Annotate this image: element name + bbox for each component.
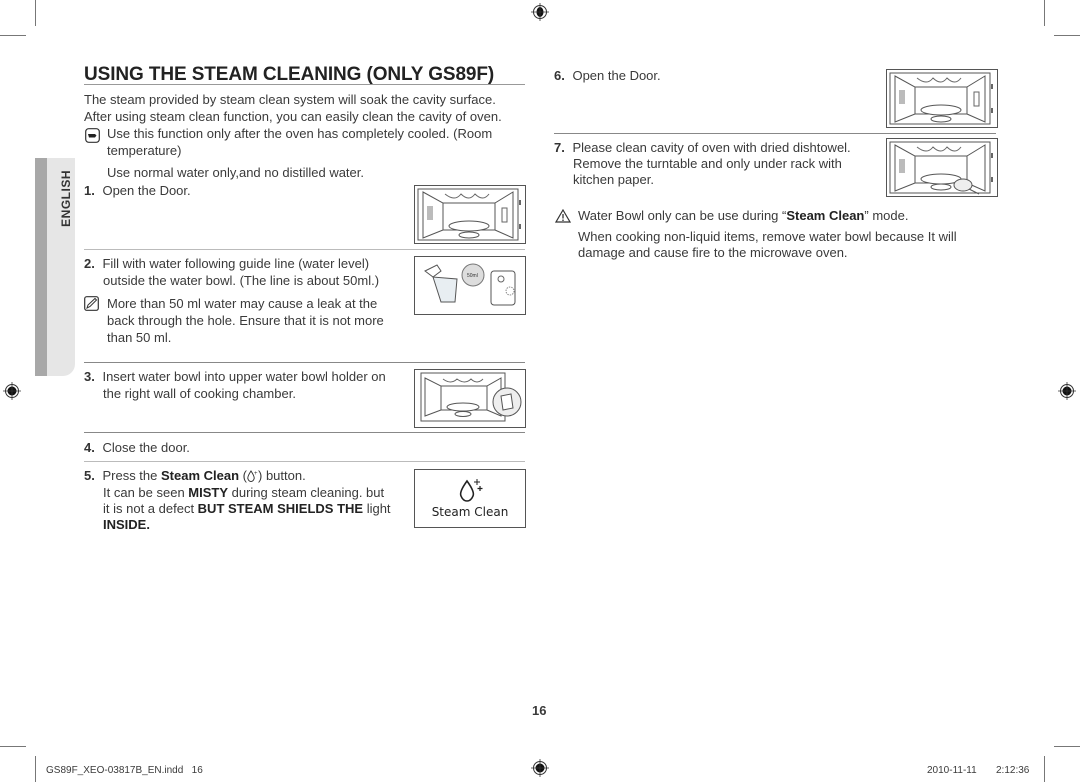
step-3-line-2: the right wall of cooking chamber. <box>103 386 296 401</box>
bold-text: INSIDE. <box>103 517 150 532</box>
step-number: 5. <box>84 468 95 483</box>
memo-line-1: More than 50 ml water may cause a leak a… <box>107 296 378 311</box>
step-1: 1. Open the Door. <box>84 182 191 199</box>
step-text: ( <box>239 468 247 483</box>
note-line-1: Use this function only after the oven ha… <box>107 126 493 141</box>
crop-mark <box>0 35 26 36</box>
footer-time: 2:12:36 <box>996 765 1030 776</box>
caution-line-1: Water Bowl only can be use during “Steam… <box>578 207 908 224</box>
steam-clean-mode-label: Steam Clean <box>786 208 865 223</box>
step-text: Fill with water following guide line (wa… <box>102 256 370 271</box>
caution-text: Water Bowl only can be use during “ <box>578 208 787 223</box>
crop-mark <box>1044 756 1045 782</box>
step-5-line-2: It can be seen MISTY during steam cleani… <box>103 484 384 501</box>
step-text: Insert water bowl into upper water bowl … <box>102 369 386 384</box>
crop-mark <box>35 0 36 26</box>
step-6: 6. Open the Door. <box>554 67 661 84</box>
crop-mark <box>0 746 26 747</box>
divider <box>84 432 525 433</box>
crop-mark <box>35 756 36 782</box>
step-5-line-1: 5. Press the Steam Clean (+) button. <box>84 467 306 484</box>
divider <box>554 133 996 134</box>
footer-date: 2010-11-11 <box>927 765 977 776</box>
title-underline <box>84 84 525 85</box>
divider <box>84 461 525 462</box>
steam-clean-button-label: Steam Clean <box>431 505 509 519</box>
step-number: 4. <box>84 440 95 455</box>
crop-mark <box>1044 0 1045 26</box>
note-line-3: Use normal water only,and no distilled w… <box>107 165 364 180</box>
intro-line-1: The steam provided by steam clean system… <box>84 92 496 107</box>
water-level-label: 50ml <box>467 273 478 279</box>
step-7: 7. Please clean cavity of oven with drie… <box>554 139 851 156</box>
memo-pencil-icon <box>84 296 99 311</box>
bold-text: BUT STEAM SHIELDS THE <box>197 501 364 516</box>
registration-mark-icon <box>3 382 21 400</box>
step-5-line-3: it is not a defect BUT STEAM SHIELDS THE… <box>103 500 391 517</box>
water-bowl-illustration: 50ml <box>414 256 526 315</box>
step-text: during steam cleaning. but <box>228 485 385 500</box>
step-number: 2. <box>84 256 95 271</box>
step-2-line-2: outside the water bowl. (The line is abo… <box>103 273 380 288</box>
steam-clean-button-illustration: Steam Clean <box>414 469 526 528</box>
steam-clean-label: Steam Clean <box>161 468 240 483</box>
divider <box>84 362 525 363</box>
step-number: 6. <box>554 68 565 83</box>
crop-mark <box>1054 35 1080 36</box>
step-7-line-2: Remove the turntable and only under rack… <box>573 156 842 171</box>
step-number: 1. <box>84 183 95 198</box>
memo-line-2: back through the hole. Ensure that it is… <box>107 313 384 328</box>
step-text: It can be seen <box>103 485 189 500</box>
memo-line-3: than 50 ml. <box>107 330 172 345</box>
oven-door-open-illustration <box>414 185 526 244</box>
intro-line-2: After using steam clean function, you ca… <box>84 109 502 124</box>
step-number: 7. <box>554 140 565 155</box>
caution-text: ” mode. <box>864 208 909 223</box>
footer-filename: GS89F_XEO-03817B_EN.indd 16 <box>46 765 203 776</box>
step-text: light <box>363 501 391 516</box>
pointing-hand-icon <box>85 128 100 143</box>
side-tab-label: ENGLISH <box>59 170 73 227</box>
cleaning-cavity-illustration <box>886 138 998 197</box>
steam-clean-icon: + <box>247 470 258 483</box>
misty-label: MISTY <box>188 485 229 500</box>
step-number: 3. <box>84 369 95 384</box>
step-text: Open the Door. <box>102 183 191 198</box>
oven-door-open-illustration <box>886 69 998 128</box>
caution-line-2: When cooking non-liquid items, remove wa… <box>578 229 957 244</box>
registration-mark-icon <box>1058 382 1076 400</box>
step-3: 3. Insert water bowl into upper water bo… <box>84 368 386 385</box>
step-text: Press the <box>102 468 161 483</box>
step-5-line-4: INSIDE. <box>103 516 150 533</box>
crop-mark <box>1054 746 1080 747</box>
caution-line-3: damage and cause fire to the microwave o… <box>578 245 848 260</box>
language-side-tab: ENGLISH <box>35 158 75 376</box>
step-4: 4. Close the door. <box>84 439 190 456</box>
note-line-2: temperature) <box>107 143 182 158</box>
step-text: Open the Door. <box>572 68 661 83</box>
step-7-line-3: kitchen paper. <box>573 172 654 187</box>
warning-triangle-icon <box>555 209 571 223</box>
section-title: USING THE STEAM CLEANING (ONLY GS89F) <box>84 64 495 85</box>
side-tab-stripe <box>35 158 47 376</box>
page-number: 16 <box>532 703 547 718</box>
step-text: Please clean cavity of oven with dried d… <box>572 140 851 155</box>
step-text: it is not a defect <box>103 501 198 516</box>
step-text: ) button. <box>258 468 306 483</box>
insert-water-bowl-illustration <box>414 369 526 428</box>
step-2: 2. Fill with water following guide line … <box>84 255 369 272</box>
divider <box>84 249 525 250</box>
steam-drop-icon <box>459 479 483 502</box>
registration-mark-icon <box>531 759 549 777</box>
registration-mark-icon <box>531 3 549 21</box>
step-text: Close the door. <box>102 440 190 455</box>
